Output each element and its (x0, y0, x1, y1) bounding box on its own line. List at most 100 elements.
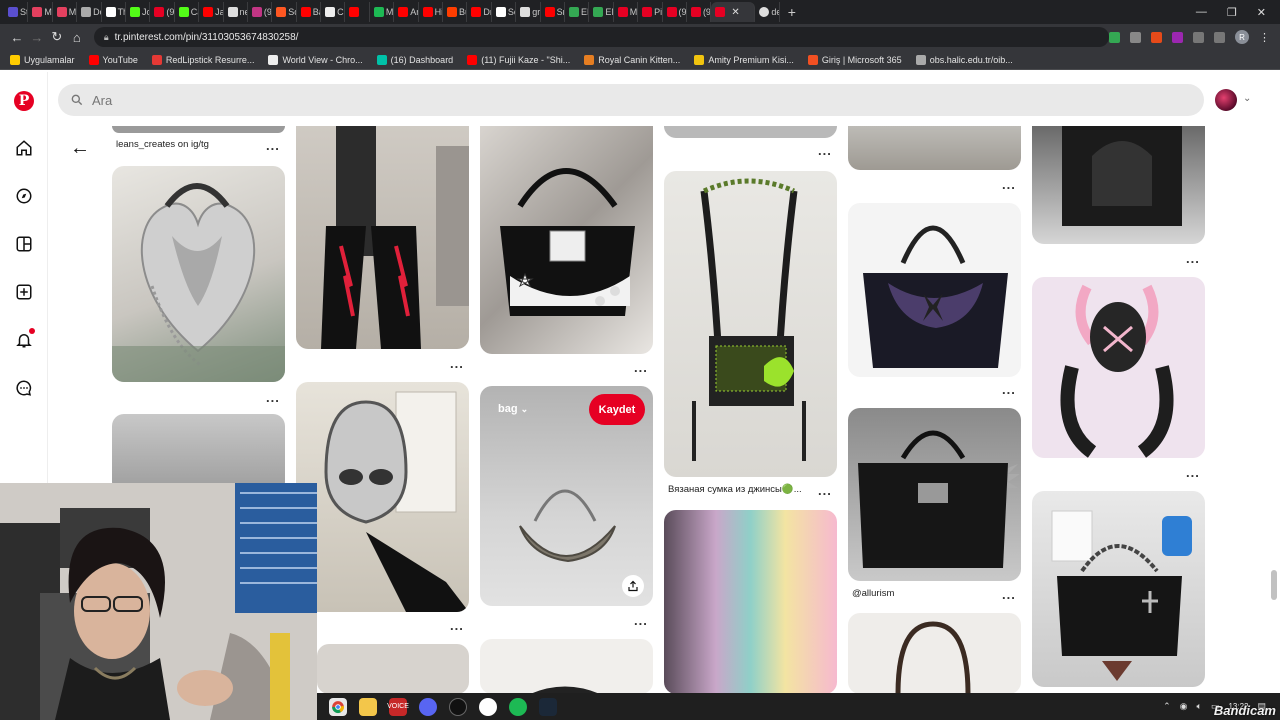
pin-image-bunny-mask[interactable] (1032, 277, 1205, 458)
more-options-icon[interactable]: ... (1186, 465, 1200, 480)
close-icon[interactable]: ✕ (1257, 6, 1266, 19)
pin-image[interactable] (480, 639, 653, 694)
browser-tab[interactable]: M (53, 2, 78, 22)
browser-tab[interactable]: An (394, 2, 419, 22)
extension-icon[interactable] (1172, 31, 1184, 43)
back-icon[interactable]: ← (8, 30, 26, 45)
browser-tab[interactable]: (9 (687, 2, 712, 22)
chevron-down-icon[interactable]: ⌄ (1243, 93, 1251, 104)
pin-caption[interactable]: @allurism (852, 588, 894, 599)
maximize-icon[interactable]: ❐ (1227, 6, 1237, 19)
boards-icon[interactable] (14, 234, 34, 254)
network-icon[interactable]: ◉ (1180, 701, 1188, 712)
more-options-icon[interactable]: ... (450, 356, 464, 371)
more-options-icon[interactable]: ... (1002, 587, 1016, 602)
pinterest-logo-icon[interactable]: P (14, 91, 34, 111)
pin-image-gothic-box[interactable] (1032, 126, 1205, 244)
more-options-icon[interactable]: ... (818, 143, 832, 158)
voice-app-icon[interactable]: VOICE (387, 697, 409, 716)
browser-tab[interactable]: Do (77, 2, 102, 22)
media-icon[interactable] (1214, 31, 1226, 43)
browser-tab[interactable]: M (28, 2, 53, 22)
pin-image[interactable] (112, 126, 285, 133)
browser-tab[interactable]: ne (224, 2, 248, 22)
bookmark-item[interactable]: YouTube (88, 54, 138, 65)
share-icon[interactable] (622, 575, 644, 597)
browser-tab[interactable]: Sc (492, 2, 517, 22)
browser-tab[interactable]: EN (589, 2, 614, 22)
more-options-icon[interactable]: ... (818, 483, 832, 498)
pin-image[interactable] (848, 613, 1021, 694)
browser-tab[interactable]: Jo (126, 2, 151, 22)
spotify-icon[interactable] (509, 697, 527, 716)
browser-tab[interactable]: M (614, 2, 639, 22)
pin-caption[interactable]: leans_creates on ig/tg (116, 139, 209, 150)
volume-icon[interactable]: 🔈︎ (1197, 701, 1202, 712)
browser-tab[interactable]: (9 (663, 2, 687, 22)
new-tab-button[interactable]: + (788, 4, 796, 20)
shield-extension-icon[interactable] (1109, 31, 1121, 43)
browser-tab[interactable]: (9 (248, 2, 273, 22)
pin-image[interactable] (664, 126, 837, 138)
bookmark-item[interactable]: obs.halic.edu.tr/oib... (915, 54, 1013, 65)
bookmark-item[interactable]: (16) Dashboard (376, 54, 453, 65)
browser-tab[interactable]: de (755, 2, 780, 22)
extension-icon[interactable] (1151, 31, 1163, 43)
puzzle-icon[interactable] (1193, 31, 1205, 43)
steam-icon[interactable] (539, 697, 557, 716)
pin-image-spike-bag[interactable] (848, 408, 1021, 581)
browser-tab[interactable]: Th (102, 2, 126, 22)
search-input[interactable]: Ara (58, 84, 1204, 116)
avatar[interactable] (1215, 89, 1237, 111)
browser-tab[interactable]: Bü (443, 2, 468, 22)
browser-tab[interactable]: (9 (150, 2, 175, 22)
extension-icon[interactable] (1130, 31, 1142, 43)
browser-tab[interactable] (345, 2, 370, 22)
chrome-icon[interactable] (329, 697, 347, 716)
close-tab-icon[interactable]: ✕ (731, 7, 739, 18)
browser-tab[interactable]: St (4, 2, 29, 22)
minimize-icon[interactable]: — (1196, 6, 1207, 18)
board-selector[interactable]: bag ⌄ (498, 403, 528, 415)
bookmark-item[interactable]: (11) Fujii Kaze - "Shi... (467, 54, 570, 65)
create-plus-icon[interactable] (14, 282, 34, 302)
bookmark-item[interactable]: RedLipstick Resurre... (151, 54, 254, 65)
pin-image-ties[interactable] (664, 510, 837, 694)
browser-tab[interactable]: Pir (638, 2, 663, 22)
pin-image-keychain[interactable] (112, 414, 285, 494)
more-options-icon[interactable]: ... (1002, 177, 1016, 192)
browser-tab[interactable]: Ja (199, 2, 224, 22)
bookmark-item[interactable]: Royal Canin Kitten... (584, 54, 680, 65)
pin-image-chrome-bag[interactable] (296, 382, 469, 612)
bookmark-item[interactable]: Uygulamalar (10, 54, 75, 65)
browser-tab-active[interactable]: ✕ (711, 2, 756, 22)
more-options-icon[interactable]: ... (634, 360, 648, 375)
more-options-icon[interactable]: ... (1186, 251, 1200, 266)
pin-image-purple-bag[interactable] (848, 203, 1021, 377)
pin-image[interactable] (848, 126, 1021, 170)
pin-image-necklace[interactable] (317, 644, 469, 694)
menu-icon[interactable]: ⋮ (1259, 31, 1270, 44)
browser-tab[interactable]: Ba (297, 2, 322, 22)
messages-icon[interactable] (14, 378, 34, 398)
lock-icon[interactable]: 🔒︎ (104, 32, 109, 43)
browser-tab[interactable]: Sc (272, 2, 297, 22)
back-arrow-icon[interactable]: ← (70, 137, 90, 160)
more-options-icon[interactable]: ... (266, 390, 280, 405)
pin-image-star-bag[interactable] (480, 126, 653, 354)
home-icon[interactable] (14, 138, 34, 158)
more-options-icon[interactable]: ... (1002, 382, 1016, 397)
browser-tab[interactable]: M (370, 2, 395, 22)
browser-tab[interactable]: Ca (175, 2, 200, 22)
pin-image-pants[interactable] (296, 126, 469, 349)
url-field[interactable]: 🔒︎ tr.pinterest.com/pin/311030536748302​… (93, 27, 1110, 47)
explore-compass-icon[interactable] (14, 186, 34, 206)
browser-tab[interactable]: Sn (541, 2, 565, 22)
more-options-icon[interactable]: ... (450, 618, 464, 633)
bookmark-item[interactable]: World View - Chro... (268, 54, 363, 65)
obs-icon[interactable] (449, 697, 467, 716)
browser-tab[interactable]: Ch (321, 2, 346, 22)
scrollbar-thumb[interactable] (1271, 570, 1277, 600)
bookmark-item[interactable]: Amity Premium Kisi... (694, 54, 794, 65)
browser-tab[interactable]: EN (565, 2, 590, 22)
